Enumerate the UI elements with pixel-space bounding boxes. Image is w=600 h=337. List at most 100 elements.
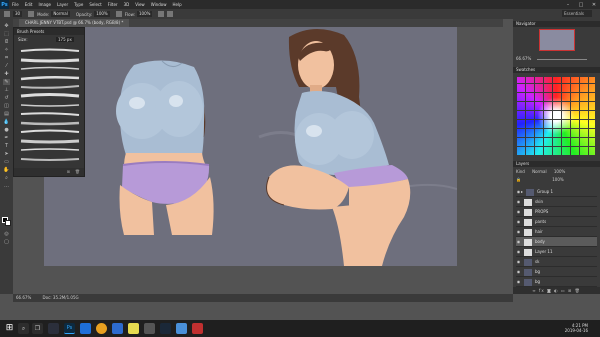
adjustment-icon[interactable]: ◐ (554, 288, 559, 293)
move-tool-icon[interactable]: ✥ (3, 23, 10, 29)
brush-size-value[interactable]: 175 px (56, 37, 74, 42)
status-zoom[interactable]: 66.67% (16, 295, 31, 300)
navigator-thumbnail[interactable] (539, 29, 575, 51)
mode-select[interactable]: Normal (51, 11, 70, 17)
close-icon[interactable]: ✕ (588, 0, 600, 9)
pressure-size-icon[interactable] (167, 11, 174, 17)
pen-tool-icon[interactable]: ✒ (3, 135, 10, 141)
more-tools-icon[interactable]: … (3, 183, 10, 189)
layer-row[interactable]: ◉ pants (516, 217, 597, 227)
brush-tool-icon[interactable]: ✎ (3, 79, 10, 85)
background-color-swatch[interactable] (5, 220, 11, 226)
healing-brush-tool-icon[interactable]: ✚ (3, 71, 10, 77)
brush-preset-9[interactable] (19, 120, 81, 126)
menu-filter[interactable]: Filter (108, 2, 118, 7)
brush-preset-3[interactable] (19, 66, 81, 72)
visibility-eye-icon[interactable]: ◉ (516, 267, 521, 277)
layer-row-selected[interactable]: ◉ body (516, 237, 597, 247)
new-layer-icon[interactable]: ⊞ (568, 288, 572, 293)
type-tool-icon[interactable]: T (3, 143, 10, 149)
color-panel-title[interactable]: Swatches (513, 67, 600, 73)
maximize-icon[interactable]: □ (575, 0, 587, 9)
brush-size-field[interactable]: 30 (13, 11, 23, 17)
menu-view[interactable]: View (135, 2, 145, 7)
menu-3d[interactable]: 3D (124, 2, 130, 7)
mask-icon[interactable]: ◙ (547, 288, 552, 293)
navigator-panel-title[interactable]: Navigator (513, 21, 600, 27)
layer-row[interactable]: ◉ sk (516, 257, 597, 267)
zoom-tool-icon[interactable]: ⌕ (3, 175, 10, 181)
layer-row[interactable]: ◉ bg (516, 267, 597, 277)
visibility-eye-icon[interactable]: ◉ (516, 197, 521, 207)
layer-row[interactable]: ◉▸ Group 1 (516, 187, 597, 197)
layer-blend-mode[interactable]: Normal (532, 169, 546, 174)
quick-mask-icon[interactable]: ◎ (3, 231, 10, 237)
visibility-eye-icon[interactable]: ◉ (516, 207, 521, 217)
windows-start-icon[interactable]: ⊞ (4, 323, 15, 334)
layer-row[interactable]: ◉ skin (516, 197, 597, 207)
delete-brush-icon[interactable]: 🗑 (75, 169, 80, 174)
settings-icon[interactable] (144, 323, 155, 334)
menu-type[interactable]: Type (74, 2, 83, 7)
document-tab[interactable]: CHARL JENNY VTBT.psd @ 66.7% (body, RGB/… (19, 19, 130, 27)
brush-preset-2[interactable] (19, 57, 81, 63)
visibility-eye-icon[interactable]: ◉ (516, 227, 521, 237)
visibility-eye-icon[interactable]: ◉ (516, 187, 521, 197)
document-canvas[interactable] (44, 27, 457, 266)
brush-preset-7[interactable] (19, 102, 81, 108)
hand-tool-icon[interactable]: ✋ (3, 167, 10, 173)
screen-mode-icon[interactable]: ▢ (3, 239, 10, 245)
layer-row[interactable]: ◉ hair (516, 227, 597, 237)
visibility-eye-icon[interactable]: ◉ (516, 277, 521, 287)
layer-row[interactable]: ◉ PROPS (516, 207, 597, 217)
file-explorer-icon[interactable] (48, 323, 59, 334)
folder-icon[interactable]: ▭ (561, 288, 566, 293)
layer-fill[interactable]: 100% (552, 177, 563, 182)
media-icon[interactable] (192, 323, 203, 334)
brush-preset-10[interactable] (19, 129, 81, 135)
menu-select[interactable]: Select (89, 2, 101, 7)
airbrush-icon[interactable] (158, 11, 165, 17)
folder-taskbar-icon[interactable] (128, 323, 139, 334)
menu-layer[interactable]: Layer (57, 2, 68, 7)
edge-browser-icon[interactable] (80, 323, 91, 334)
brush-preset-5[interactable] (19, 84, 81, 90)
menu-window[interactable]: Window (151, 2, 167, 7)
quick-select-tool-icon[interactable]: ✧ (3, 47, 10, 53)
menu-file[interactable]: File (12, 2, 19, 7)
visibility-eye-icon[interactable]: ◉ (516, 247, 521, 257)
app2-icon[interactable] (176, 323, 187, 334)
clone-stamp-tool-icon[interactable]: ⊥ (3, 87, 10, 93)
pressure-opacity-icon[interactable] (115, 11, 122, 17)
flow-field[interactable]: 100% (136, 11, 153, 17)
opacity-field[interactable]: 100% (94, 11, 110, 17)
visibility-eye-icon[interactable]: ◉ (516, 217, 521, 227)
workspace-select[interactable]: Essentials (562, 10, 592, 17)
history-brush-tool-icon[interactable]: ↺ (3, 95, 10, 101)
brush-preset-11[interactable] (19, 138, 81, 144)
fx-icon[interactable]: fx (539, 288, 545, 293)
visibility-eye-icon[interactable]: ◉ (516, 257, 521, 267)
brush-preset-1[interactable] (19, 48, 81, 54)
minimize-icon[interactable]: – (562, 0, 574, 9)
brush-preset-13[interactable] (19, 156, 81, 162)
navigator-zoom-value[interactable]: 66.67% (516, 56, 531, 61)
menu-edit[interactable]: Edit (25, 2, 33, 7)
lasso-tool-icon[interactable]: ᘓ (3, 39, 10, 45)
search-icon[interactable]: ⌕ (18, 323, 29, 334)
taskbar-clock[interactable]: 4:21 PM 2019-04-16 (565, 323, 588, 333)
brush-preset-8[interactable] (19, 111, 81, 117)
menu-help[interactable]: Help (172, 2, 181, 7)
blur-tool-icon[interactable]: 💧 (3, 119, 10, 125)
layers-panel-title[interactable]: Layers (513, 161, 600, 167)
brush-preset-4[interactable] (19, 75, 81, 81)
shape-tool-icon[interactable]: ▭ (3, 159, 10, 165)
visibility-eye-icon[interactable]: ◉ (516, 237, 521, 247)
path-select-tool-icon[interactable]: ➤ (3, 151, 10, 157)
layer-row[interactable]: ◉ bg (516, 277, 597, 287)
new-brush-icon[interactable]: ⊞ (67, 169, 70, 174)
task-view-icon[interactable]: ❐ (32, 323, 43, 334)
lock-icon[interactable]: 🔒 (516, 177, 521, 182)
photoshop-taskbar-icon[interactable]: Ps (64, 323, 75, 334)
brush-preset-12[interactable] (19, 147, 81, 153)
